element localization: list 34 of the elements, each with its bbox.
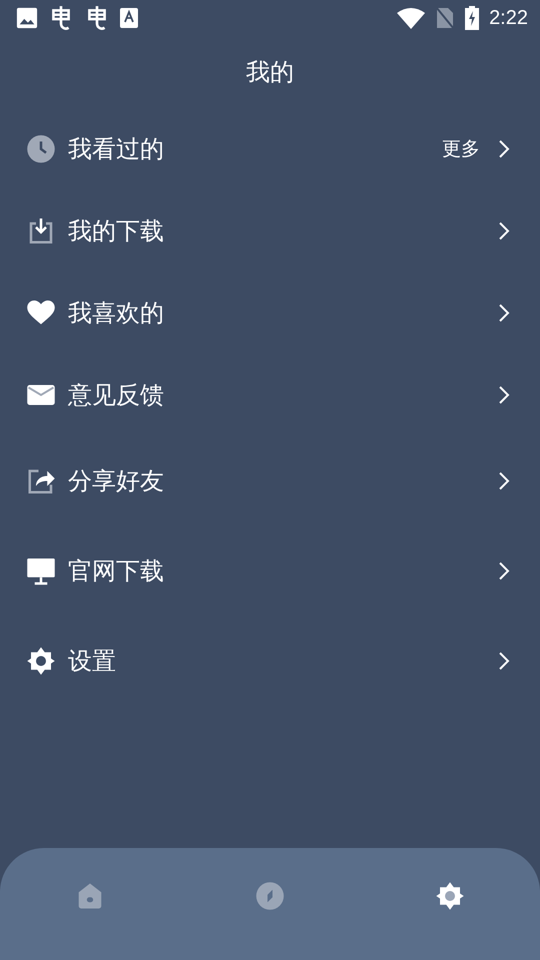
battery-charging-icon	[465, 6, 480, 30]
page-title: 我的	[246, 57, 294, 88]
more-link[interactable]: 更多	[442, 136, 480, 162]
settings-icon	[435, 881, 465, 911]
chevron-right-icon	[498, 221, 510, 241]
status-time: 2:22	[489, 6, 528, 30]
settings-icon	[26, 646, 56, 676]
menu-item[interactable]: 意见反馈	[0, 354, 540, 436]
menu-label: 我喜欢的	[68, 298, 164, 329]
menu-item[interactable]: 设置	[0, 616, 540, 706]
menu-label: 设置	[68, 646, 116, 677]
menu-label: 意见反馈	[68, 380, 164, 411]
menu-item[interactable]: 我看过的 更多	[0, 108, 540, 190]
menu-label: 分享好友	[68, 466, 164, 497]
menu-label: 我看过的	[68, 134, 164, 165]
menu-item[interactable]: 我喜欢的	[0, 272, 540, 354]
menu-label: 我的下载	[68, 216, 164, 247]
wifi-icon	[397, 7, 426, 29]
image-icon	[16, 7, 38, 29]
clock-icon	[26, 134, 56, 164]
font-icon	[120, 8, 138, 28]
monitor-icon	[26, 556, 56, 586]
menu-item[interactable]: 官网下载	[0, 526, 540, 616]
compass-icon	[255, 881, 285, 911]
chevron-right-icon	[498, 139, 510, 159]
menu-item[interactable]: 分享好友	[0, 436, 540, 526]
chevron-right-icon	[498, 385, 510, 405]
menu-label: 官网下载	[68, 556, 164, 587]
chevron-right-icon	[498, 303, 510, 323]
chevron-right-icon	[498, 651, 510, 671]
no-sim-icon	[435, 6, 456, 30]
menu-item[interactable]: 我的下载	[0, 190, 540, 272]
chevron-right-icon	[498, 471, 510, 491]
chevron-right-icon	[498, 561, 510, 581]
